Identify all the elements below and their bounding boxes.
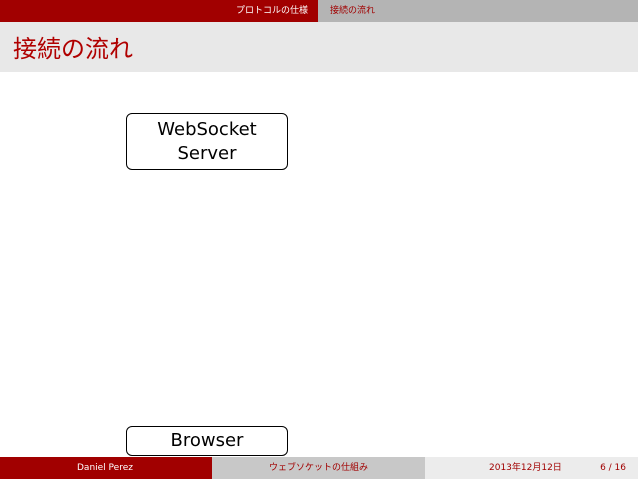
- slide-title-bar: 接続の流れ: [0, 22, 638, 72]
- slide-footer: Daniel Perez ウェブソケットの仕組み 2013年12月12日 6 /…: [0, 457, 638, 479]
- slide-title: 接続の流れ: [13, 35, 133, 63]
- browser-box: Browser: [126, 426, 288, 456]
- footer-author: Daniel Perez: [0, 457, 212, 479]
- top-navigation-bar: プロトコルの仕様 接続の流れ: [0, 0, 638, 22]
- server-label-line1: WebSocket: [157, 118, 257, 140]
- footer-talk-title: ウェブソケットの仕組み: [212, 457, 425, 479]
- footer-date-panel: 2013年12月12日 6 / 16: [425, 457, 638, 479]
- nav-subsection[interactable]: 接続の流れ: [318, 0, 638, 22]
- footer-date: 2013年12月12日: [489, 463, 562, 473]
- page-number: 6 / 16: [600, 463, 626, 473]
- server-label-line2: Server: [177, 142, 237, 164]
- nav-section[interactable]: プロトコルの仕様: [0, 0, 318, 22]
- nav-section-label: プロトコルの仕様: [235, 6, 308, 16]
- nav-subsection-label: 接続の流れ: [330, 6, 376, 16]
- websocket-server-box: WebSocket Server: [126, 113, 288, 170]
- browser-label: Browser: [170, 430, 244, 451]
